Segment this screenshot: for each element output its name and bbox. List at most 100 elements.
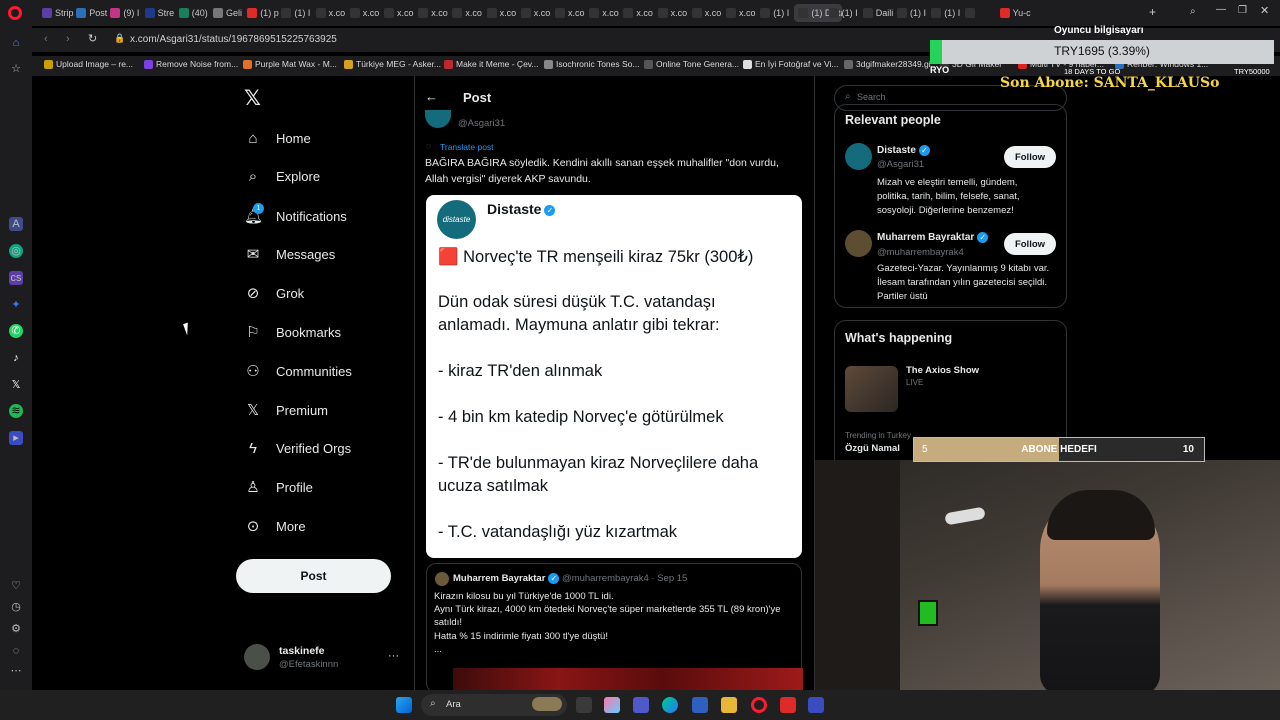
browser-tab[interactable]: (1) I	[760, 4, 792, 22]
browser-tab[interactable]: x.co	[315, 4, 348, 22]
bookmark-item[interactable]: Purple Mat Wax - M...	[243, 59, 337, 69]
settings-icon[interactable]: ⚙	[9, 622, 23, 636]
bookmark-item[interactable]: Online Tone Genera...	[644, 59, 739, 69]
browser-tab[interactable]: (1) I	[897, 4, 929, 22]
teams-icon[interactable]	[633, 697, 649, 713]
browser-tab[interactable]: Daili	[862, 4, 895, 22]
opera-logo-icon[interactable]	[8, 6, 22, 20]
reload-icon[interactable]: ↻	[88, 32, 97, 45]
cherry-image[interactable]	[453, 668, 803, 692]
x-logo-icon[interactable]: 𝕏	[244, 86, 261, 111]
pinboard-icon[interactable]: ☆	[9, 62, 23, 76]
store-icon[interactable]	[692, 697, 708, 713]
search-tabs-icon[interactable]: ⌕	[1190, 6, 1196, 17]
browser-tab[interactable]: (1) I	[828, 4, 861, 22]
edge-icon[interactable]	[662, 697, 678, 713]
browser-tab[interactable]: x.co	[452, 4, 484, 22]
bookmark-item[interactable]: Make it Meme - Çev...	[444, 59, 539, 69]
chatgpt-icon[interactable]: ◎	[9, 244, 23, 258]
browser-tab[interactable]: x.co	[623, 4, 655, 22]
back-arrow-icon[interactable]: ←	[425, 89, 438, 104]
browser-tab[interactable]: (1) I	[931, 4, 963, 22]
nav-explore[interactable]: ⌕ Explore	[244, 164, 320, 188]
post-author-handle[interactable]: @Asgari31	[458, 118, 505, 129]
bookmark-item[interactable]: 3dgifmaker28349.gi...	[844, 59, 938, 69]
extension-icon[interactable]: cs	[9, 271, 23, 285]
browser-tab[interactable]: x.co	[418, 4, 450, 22]
messenger-icon[interactable]: ✦	[9, 298, 23, 312]
tiktok-icon[interactable]: ♪	[9, 351, 23, 365]
url-field[interactable]: x.com/Asgari31/status/196786951522576392…	[130, 34, 337, 45]
forward-nav-icon[interactable]: ›	[66, 33, 70, 45]
browser-tab[interactable]: x.co	[349, 4, 382, 22]
search-input[interactable]: Search	[857, 92, 886, 102]
trending-item[interactable]: Özgü Namal	[845, 443, 900, 454]
bookmark-item[interactable]: Türkiye MEG - Asker...	[344, 59, 441, 69]
spotify-icon[interactable]: ≋	[9, 404, 23, 418]
heart-icon[interactable]: ♡	[9, 579, 23, 593]
browser-tab[interactable]: (1) I	[281, 4, 313, 22]
file-explorer-icon[interactable]	[721, 697, 737, 713]
nav-messages[interactable]: ✉ Messages	[244, 242, 336, 266]
post-button[interactable]: Post	[236, 559, 391, 593]
follow-button[interactable]: Follow	[1004, 233, 1056, 255]
aria-icon[interactable]: A	[9, 217, 23, 231]
nav-communities[interactable]: ⚇ Communities	[244, 359, 352, 383]
nav-more[interactable]: ⊙ More	[244, 514, 306, 538]
site-info-icon[interactable]: 🔒	[114, 33, 125, 44]
history-icon[interactable]: ◷	[9, 600, 23, 614]
browser-tab[interactable]: Geli	[213, 4, 245, 22]
browser-tab[interactable]: Stre	[144, 4, 177, 22]
person-name[interactable]: Distaste ✓	[877, 145, 930, 156]
whatsapp-icon[interactable]: ✆	[9, 324, 23, 338]
quoted-post[interactable]: Muharrem Bayraktar ✓ @muharrembayrak4 · S…	[426, 563, 803, 693]
browser-tab[interactable]: x.co	[589, 4, 621, 22]
browser-tab[interactable]: x.co	[520, 4, 553, 22]
follow-button[interactable]: Follow	[1004, 146, 1056, 168]
nav-profile[interactable]: ♙ Profile	[244, 475, 313, 499]
browser-tab[interactable]: x.co	[657, 4, 690, 22]
person-name[interactable]: Muharrem Bayraktar ✓	[877, 232, 989, 243]
copilot-icon[interactable]	[604, 697, 620, 713]
new-tab-icon[interactable]: +	[1149, 5, 1156, 19]
player-icon[interactable]: ▸	[9, 431, 23, 445]
bulb-icon[interactable]: ◌	[9, 644, 23, 658]
browser-tab[interactable]: x.co	[726, 4, 758, 22]
wps-icon[interactable]	[780, 697, 796, 713]
x-sidebar-icon[interactable]: 𝕏	[9, 378, 23, 392]
nav-home[interactable]: ⌂ Home	[244, 126, 310, 150]
nav-verified-orgs[interactable]: ϟ Verified Orgs	[244, 436, 351, 460]
account-menu-icon[interactable]: ···	[388, 650, 399, 662]
browser-tab[interactable]: x.co	[384, 4, 416, 22]
embedded-image-card[interactable]: distaste Distaste ✓ 🟥 Norveç'te TR menşei…	[426, 195, 802, 558]
browser-tab[interactable]: Strip	[42, 4, 74, 22]
browser-tab[interactable]: (9) I	[110, 4, 142, 22]
nav-bookmarks[interactable]: ⚐ Bookmarks	[244, 320, 341, 344]
browser-tab[interactable]: (40)	[178, 4, 211, 22]
browser-tab[interactable]: Post	[76, 4, 108, 22]
windows-start-icon[interactable]	[396, 697, 412, 713]
browser-tab[interactable]: x.co	[691, 4, 724, 22]
browser-tab[interactable]: Yu-c	[999, 4, 1032, 22]
browser-tab[interactable]: x.co	[555, 4, 587, 22]
translate-link[interactable]: Translate post	[440, 142, 494, 152]
bookmark-item[interactable]: Isochronic Tones So...	[544, 59, 639, 69]
show-thumbnail[interactable]	[845, 366, 898, 412]
nav-premium[interactable]: 𝕏 Premium	[244, 398, 328, 422]
avatar[interactable]	[244, 644, 270, 670]
back-nav-icon[interactable]: ‹	[44, 33, 48, 45]
app-icon[interactable]	[808, 697, 824, 713]
minimize-icon[interactable]: —	[1216, 4, 1226, 15]
home-sidebar-icon[interactable]: ⌂	[9, 36, 23, 50]
task-view-icon[interactable]	[576, 697, 592, 713]
nav-grok[interactable]: ⊘ Grok	[244, 281, 304, 305]
avatar[interactable]	[845, 143, 872, 170]
bookmark-item[interactable]: Upload Image – re...	[44, 59, 133, 69]
browser-tab[interactable]: (1) p	[247, 4, 279, 22]
browser-tab[interactable]	[965, 4, 997, 22]
close-window-icon[interactable]: ✕	[1260, 4, 1269, 17]
more-sidebar-icon[interactable]: ⋯	[9, 664, 23, 678]
bookmark-item[interactable]: En İyi Fotoğraf ve Vi...	[743, 59, 838, 69]
account-name[interactable]: taskinefe	[279, 645, 325, 657]
avatar[interactable]	[845, 230, 872, 257]
